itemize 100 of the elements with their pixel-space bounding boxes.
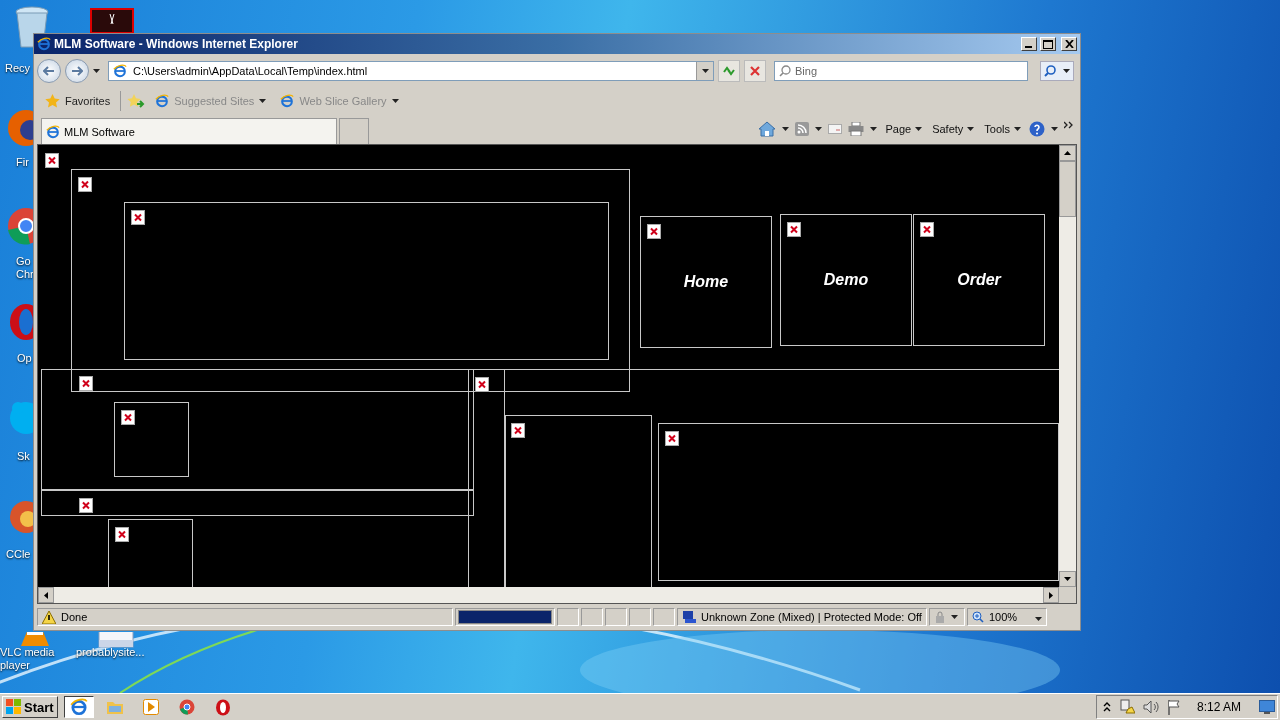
caret-icon xyxy=(259,99,267,103)
printer-icon[interactable] xyxy=(848,122,865,136)
command-menu[interactable]: Safety xyxy=(930,123,977,135)
document-icon[interactable] xyxy=(90,8,134,33)
taskbar-app[interactable] xyxy=(63,696,94,718)
broken-image-icon xyxy=(131,210,145,225)
icon-label: Sk xyxy=(17,450,30,463)
windows-logo-icon xyxy=(6,699,22,715)
maximize-icon xyxy=(1043,39,1053,49)
status-pane[interactable] xyxy=(929,608,965,626)
flag-icon[interactable] xyxy=(1166,699,1181,715)
scroll-up-button[interactable] xyxy=(1059,145,1076,161)
broken-image-icon xyxy=(45,153,59,168)
globe-icon xyxy=(113,64,127,78)
icon-label: player xyxy=(0,659,30,672)
down-arrow-icon xyxy=(1064,577,1071,581)
zoom-level[interactable]: 100% xyxy=(989,611,1018,623)
broken-image-icon xyxy=(115,527,129,542)
caret-icon xyxy=(1051,127,1058,131)
command-menu[interactable]: Tools xyxy=(982,123,1023,135)
dropdown-button[interactable] xyxy=(696,62,713,80)
status-pane[interactable]: 100% xyxy=(967,608,1047,626)
clock[interactable]: 8:12 AM xyxy=(1196,700,1241,714)
status-pane xyxy=(653,608,675,626)
scroll-left-button[interactable] xyxy=(38,587,54,603)
address-text: C:\Users\admin\AppData\Local\Temp\index.html xyxy=(133,65,369,77)
status-pane xyxy=(581,608,603,626)
icon-label: Fir xyxy=(16,156,29,169)
caret-icon xyxy=(967,127,975,131)
caret-icon xyxy=(951,615,958,619)
browser-tab[interactable]: MLM Software xyxy=(41,118,337,144)
chevron-icon[interactable] xyxy=(1064,121,1073,129)
favorites-button[interactable]: Favorites xyxy=(41,94,115,108)
home-icon[interactable] xyxy=(758,121,777,137)
status-pane xyxy=(557,608,579,626)
back-arrow-icon xyxy=(43,66,55,76)
caret-icon xyxy=(782,127,790,131)
show-desktop-icon[interactable] xyxy=(1259,700,1275,714)
back-button[interactable] xyxy=(37,59,61,83)
search-field[interactable]: Bing xyxy=(774,61,1028,81)
speaker-icon[interactable] xyxy=(1142,700,1159,714)
star-icon xyxy=(45,94,60,108)
address-field[interactable]: C:\Users\admin\AppData\Local\Temp\index.html xyxy=(108,61,714,81)
search-button[interactable] xyxy=(1040,61,1074,81)
caret-icon xyxy=(391,99,399,103)
stop-icon xyxy=(749,65,761,77)
icon-label: CCle xyxy=(6,548,31,561)
globe-icon xyxy=(69,698,88,716)
folder-icon xyxy=(105,699,124,715)
nav-link[interactable]: Order xyxy=(913,214,1045,346)
scroll-right-button[interactable] xyxy=(1043,587,1059,603)
broken-image-icon xyxy=(787,222,801,237)
minimize-button[interactable] xyxy=(1021,37,1037,51)
feed-icon[interactable] xyxy=(795,122,810,136)
nav-link[interactable]: Demo xyxy=(780,214,912,346)
broken-image-icon xyxy=(121,410,135,425)
scrollbar-thumb[interactable] xyxy=(1059,161,1076,217)
icon-label: Chr xyxy=(16,268,34,281)
icon-label: Go xyxy=(16,255,31,268)
broken-image-icon xyxy=(511,423,525,438)
help-icon[interactable] xyxy=(1029,121,1045,137)
caret-icon xyxy=(1035,617,1042,621)
search-icon xyxy=(1044,65,1057,77)
chevron-up-icon[interactable] xyxy=(1102,702,1111,712)
stop-button[interactable] xyxy=(744,60,766,82)
globe-icon xyxy=(46,124,60,139)
command-menu[interactable]: Page xyxy=(883,123,925,135)
left-arrow-icon xyxy=(44,591,48,599)
horizontal-scrollbar[interactable] xyxy=(38,587,1059,603)
icon-label: Recy xyxy=(5,62,31,75)
refresh-icon xyxy=(722,65,736,77)
chrome-icon xyxy=(178,699,195,715)
maximize-button[interactable] xyxy=(1040,37,1056,51)
right-arrow-icon xyxy=(1049,591,1053,599)
ring-icon xyxy=(214,698,231,716)
zoom-icon[interactable] xyxy=(972,611,984,623)
caret-icon xyxy=(701,69,709,73)
broken-image-icon xyxy=(665,431,679,446)
scroll-down-button[interactable] xyxy=(1059,571,1076,587)
caret-icon xyxy=(1062,69,1070,73)
start-button[interactable]: Start xyxy=(2,696,58,718)
refresh-button[interactable] xyxy=(718,60,740,82)
globe-icon xyxy=(280,94,295,108)
network-icon[interactable] xyxy=(1118,699,1135,715)
close-button[interactable] xyxy=(1061,37,1077,51)
caret-icon xyxy=(870,127,878,131)
play-icon xyxy=(142,699,159,715)
broken-image-icon xyxy=(79,376,93,391)
globe-icon xyxy=(155,94,170,108)
forward-button[interactable] xyxy=(65,59,89,83)
add-favorite-icon[interactable] xyxy=(127,93,146,109)
broken-image-icon xyxy=(920,222,934,237)
status-pane xyxy=(629,608,651,626)
close-icon xyxy=(1064,40,1074,48)
mail-icon[interactable] xyxy=(828,124,843,134)
vertical-scrollbar[interactable] xyxy=(1059,145,1076,587)
window-title: MLM Software - Windows Internet Explorer xyxy=(54,37,299,51)
nav-link[interactable]: Home xyxy=(640,216,772,348)
status-text: Done xyxy=(61,611,88,623)
broken-image-icon xyxy=(78,177,92,192)
